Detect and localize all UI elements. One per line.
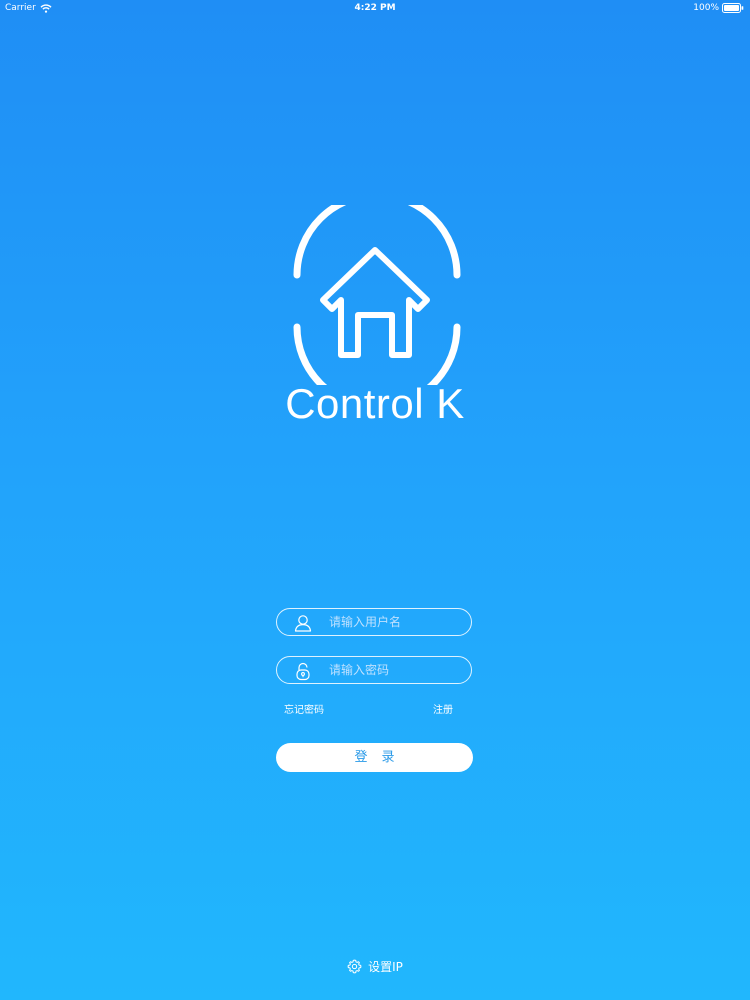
status-bar: Carrier 4:22 PM 100% <box>0 0 750 16</box>
app-logo <box>285 191 465 411</box>
house-logo-icon <box>293 191 461 411</box>
battery-percent: 100% <box>693 3 719 13</box>
password-input[interactable] <box>329 660 465 680</box>
gear-icon <box>347 959 362 974</box>
app-title: Control K <box>285 380 465 427</box>
username-field[interactable] <box>276 608 472 636</box>
clock: 4:22 PM <box>354 3 396 13</box>
lock-icon <box>296 662 310 681</box>
battery-indicator: 100% <box>693 0 744 16</box>
password-field[interactable] <box>276 656 472 684</box>
forgot-password-link[interactable]: 忘记密码 <box>284 704 324 718</box>
user-icon <box>294 615 312 632</box>
username-input[interactable] <box>329 612 465 632</box>
register-link[interactable]: 注册 <box>433 704 453 718</box>
login-button[interactable]: 登录 <box>276 743 473 772</box>
settings-ip-button[interactable]: 设置IP <box>0 958 750 975</box>
battery-icon <box>722 3 744 13</box>
settings-ip-label: 设置IP <box>368 960 403 974</box>
